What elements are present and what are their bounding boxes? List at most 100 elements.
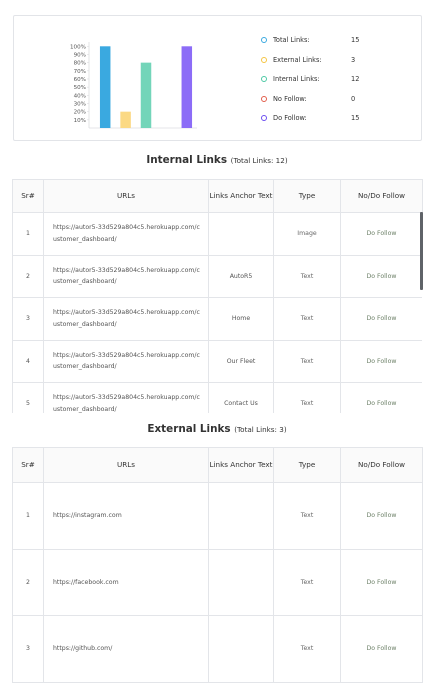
bar-internal-links — [140, 62, 152, 128]
url-link[interactable]: https://autor5-33d529a804c5.herokuapp.co… — [43, 212, 209, 256]
bar-do-follow — [181, 46, 193, 128]
column-header-no-do-follow: No/Do Follow — [340, 447, 423, 483]
external-links-table: Sr# URLs Links Anchor Text Type No/Do Follow… — [12, 447, 423, 683]
row-number: 4 — [12, 339, 44, 383]
anchor-text — [208, 548, 274, 616]
follow-status: Do Follow — [340, 382, 422, 413]
y-tick-label: 50% — [74, 85, 86, 91]
row-number: 1 — [12, 482, 44, 550]
column-header-type: Type — [273, 179, 341, 213]
column-header-no-do-follow: No/Do Follow — [340, 179, 423, 213]
y-tick-label: 100% — [70, 44, 86, 50]
link-type: Text — [273, 482, 341, 550]
legend-value: 3 — [351, 55, 356, 64]
link-type: Text — [273, 615, 341, 683]
internal-links-title: Internal Links — [146, 154, 228, 166]
link-type: Text — [273, 382, 341, 413]
bar-external-links — [120, 111, 131, 128]
internal-links-table: 1 https://autor5-33d529a804c5.herokuapp.c… — [12, 212, 422, 413]
table-row: 4 https://autor5-33d529a804c5.herokuapp.c… — [12, 339, 422, 383]
anchor-text: Our Fleet — [208, 339, 274, 383]
chart-legend: Total Links: 15 External Links: 3 Internal L… — [261, 33, 421, 131]
legend-circle-icon — [261, 95, 267, 102]
link-type: Text — [273, 548, 341, 616]
legend-label: Internal Links: — [273, 75, 320, 84]
internal-links-scroll-area[interactable]: 1 https://autor5-33d529a804c5.herokuapp.c… — [12, 212, 422, 413]
table-row: 1 https://instagram.com Text Do Follow — [12, 482, 423, 550]
url-link[interactable]: https://autor5-33d529a804c5.herokuapp.co… — [43, 382, 209, 413]
anchor-text: Contact Us — [208, 382, 274, 413]
table-row: 5 https://autor5-33d529a804c5.herokuapp.c… — [12, 382, 422, 413]
external-links-heading: External Links (Total Links: 3) — [0, 423, 434, 435]
link-type: Text — [273, 254, 341, 298]
follow-status: Do Follow — [340, 615, 423, 683]
column-header-urls: URLs — [43, 179, 209, 213]
legend-item-do-follow: Do Follow: 15 — [261, 111, 421, 131]
y-tick-label: 30% — [74, 101, 86, 107]
url-link[interactable]: https://autor5-33d529a804c5.herokuapp.co… — [43, 297, 209, 341]
bar-chart-svg: 100% 90% 80% 70% 60% 50% 40% 30% 20% 10% — [70, 42, 197, 129]
link-type: Image — [273, 212, 341, 256]
internal-links-table-header: Sr# URLs Links Anchor Text Type No/Do Follow — [12, 179, 423, 213]
row-number: 2 — [12, 548, 44, 616]
internal-table-scrollbar[interactable] — [420, 212, 423, 290]
legend-label: Do Follow: — [273, 114, 307, 123]
link-summary-card: 100% 90% 80% 70% 60% 50% 40% 30% 20% 10% Total Li… — [13, 15, 422, 141]
legend-value: 0 — [351, 94, 356, 103]
links-bar-chart: 100% 90% 80% 70% 60% 50% 40% 30% 20% 10% — [49, 36, 199, 132]
y-tick-label: 90% — [74, 52, 86, 58]
legend-label: External Links: — [273, 55, 322, 64]
legend-value: 15 — [351, 36, 360, 44]
follow-status: Do Follow — [340, 548, 423, 616]
y-tick-label: 40% — [74, 93, 86, 99]
table-row: 1 https://autor5-33d529a804c5.herokuapp.c… — [12, 212, 422, 256]
url-link[interactable]: https://facebook.com — [43, 548, 209, 616]
column-header-type: Type — [273, 447, 341, 483]
legend-item-internal-links: Internal Links: 12 — [261, 72, 421, 92]
link-type: Text — [273, 339, 341, 383]
legend-label: No Follow: — [273, 94, 307, 103]
bar-total-links — [99, 46, 111, 128]
y-tick-label: 80% — [74, 61, 86, 67]
column-header-urls: URLs — [43, 447, 209, 483]
legend-value: 12 — [351, 75, 360, 84]
anchor-text: AutoR5 — [208, 254, 274, 298]
table-row: 2 https://autor5-33d529a804c5.herokuapp.c… — [12, 254, 422, 298]
table-row: 3 https://github.com/Text Do Follow — [12, 615, 423, 683]
anchor-text — [208, 212, 274, 256]
external-links-title: External Links — [147, 423, 231, 435]
y-tick-label: 60% — [74, 77, 86, 83]
row-number: 1 — [12, 212, 44, 256]
legend-circle-icon — [261, 115, 267, 122]
url-link[interactable]: https://instagram.com — [43, 482, 209, 550]
row-number: 5 — [12, 382, 44, 413]
y-tick-label: 10% — [74, 118, 86, 124]
url-link[interactable]: https://github.com/ — [43, 615, 209, 683]
y-tick-label: 20% — [74, 110, 86, 116]
row-number: 2 — [12, 254, 44, 298]
follow-status: Do Follow — [340, 297, 422, 341]
y-tick-label: 70% — [74, 69, 86, 75]
follow-status: Do Follow — [340, 482, 423, 550]
legend-circle-icon — [261, 76, 267, 83]
internal-links-heading: Internal Links (Total Links: 12) — [0, 154, 434, 166]
link-type: Text — [273, 297, 341, 341]
follow-status: Do Follow — [340, 339, 422, 383]
follow-status: Do Follow — [340, 254, 422, 298]
url-link[interactable]: https://autor5-33d529a804c5.herokuapp.co… — [43, 254, 209, 298]
anchor-text — [208, 615, 274, 683]
internal-links-count: (Total Links: 12) — [230, 156, 288, 165]
anchor-text — [208, 482, 274, 550]
follow-status: Do Follow — [340, 212, 422, 256]
column-header-sr: Sr# — [12, 447, 44, 483]
anchor-text: Home — [208, 297, 274, 341]
row-number: 3 — [12, 297, 44, 341]
legend-label: Total Links: — [273, 36, 310, 44]
column-header-sr: Sr# — [12, 179, 44, 213]
row-number: 3 — [12, 615, 44, 683]
legend-circle-icon — [261, 37, 267, 43]
table-row: 3 https://autor5-33d529a804c5.herokuapp.c… — [12, 297, 422, 341]
legend-item-total-links: Total Links: 15 — [261, 33, 421, 53]
legend-circle-icon — [261, 56, 267, 63]
url-link[interactable]: https://autor5-33d529a804c5.herokuapp.co… — [43, 339, 209, 383]
